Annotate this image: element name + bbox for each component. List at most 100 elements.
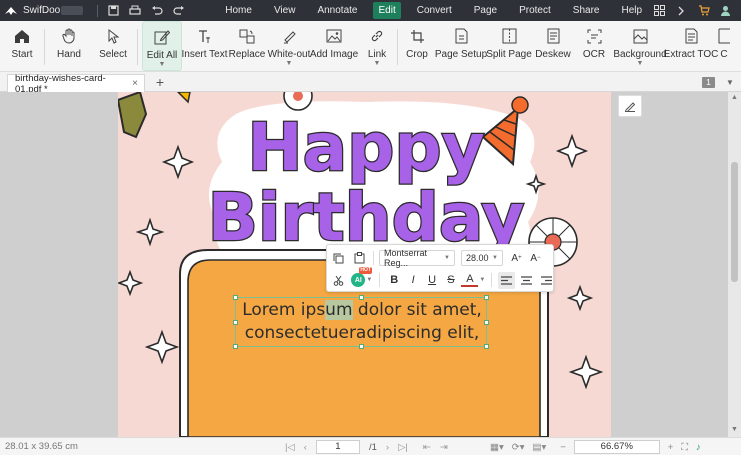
strikethrough-button[interactable]: S (443, 272, 460, 289)
chevron-down-icon[interactable]: ▼ (479, 277, 485, 283)
align-right-icon[interactable] (538, 272, 555, 289)
page-total: /1 (368, 441, 377, 453)
chevron-right-icon[interactable] (675, 4, 688, 17)
text-color-button[interactable]: A (461, 273, 479, 287)
divider (97, 4, 99, 17)
zoom-out-icon[interactable]: − (560, 442, 566, 453)
add-tab-button[interactable]: + (153, 74, 167, 90)
start-button[interactable]: Start (0, 21, 44, 71)
last-page-icon[interactable]: ▷| (398, 442, 408, 453)
fit-width-icon[interactable]: ⇤ (423, 442, 431, 453)
hand-icon (60, 27, 78, 45)
paste-icon[interactable] (351, 250, 368, 267)
chevron-down-icon[interactable]: ▼ (724, 77, 736, 88)
bold-button[interactable]: B (386, 272, 403, 289)
white-out-button[interactable]: White-out ▼ (267, 21, 311, 71)
user-icon[interactable] (719, 4, 732, 17)
ai-assistant-button[interactable]: AI HOT ▼ (351, 267, 373, 289)
white-out-icon (280, 27, 298, 45)
align-center-icon[interactable] (518, 272, 535, 289)
hand-button[interactable]: Hand (45, 21, 93, 71)
undo-icon[interactable] (150, 4, 164, 18)
grid-icon[interactable] (653, 4, 666, 17)
page-number-input[interactable]: 1 (315, 440, 360, 454)
edit-all-icon (153, 28, 171, 46)
menu-view[interactable]: View (263, 0, 307, 21)
tool-label: C (720, 49, 728, 60)
scroll-thumb[interactable] (731, 162, 738, 282)
menu-protect[interactable]: Protect (508, 0, 562, 21)
edit-panel-button[interactable] (618, 95, 642, 117)
add-image-button[interactable]: Add Image (310, 21, 358, 71)
divider (491, 273, 493, 287)
font-family-select[interactable]: Montserrat Reg... ▼ (379, 248, 455, 268)
font-size-select[interactable]: 28.00 ▼ (461, 250, 503, 266)
link-button[interactable]: Link ▼ (357, 21, 397, 71)
rotate-icon[interactable]: ⟳▾ (512, 442, 525, 453)
text-format-toolbar: Montserrat Reg... ▼ 28.00 ▼ A + A − AI HOT ▼ … (326, 244, 554, 292)
zoom-level-input[interactable]: 66.67% (573, 440, 660, 454)
zoom-in-icon[interactable]: + (668, 442, 674, 453)
status-bar: 28.01 x 39.65 cm |◁ ‹ 1 /1 › ▷| ⇤ ⇥ ▦▾ ⟳… (0, 437, 741, 455)
first-page-icon[interactable]: |◁ (285, 442, 295, 453)
page-layout-icon[interactable]: ▤▾ (532, 442, 546, 453)
crop-button[interactable]: Crop (398, 21, 436, 71)
deskew-button[interactable]: Deskew (532, 21, 574, 71)
title-bar: SwifDoo Home View Annotate Edit Convert … (0, 0, 741, 21)
menu-annotate[interactable]: Annotate (306, 0, 368, 21)
cart-icon[interactable] (697, 4, 710, 17)
zoom-controls: ▦▾ ⟳▾ ▤▾ − 66.67% + ⛶ ♪ (490, 438, 701, 455)
editable-text-box[interactable]: Lorem ipsum dolor sit amet, consectetuer… (233, 295, 489, 349)
more-tools-button[interactable]: C (716, 21, 732, 71)
italic-button[interactable]: I (405, 272, 422, 289)
ocr-button[interactable]: OCR (574, 21, 614, 71)
vertical-scrollbar[interactable]: ▲ ▼ (728, 92, 741, 437)
cut-icon[interactable] (330, 272, 347, 289)
close-icon[interactable]: × (132, 78, 138, 89)
fit-screen-icon[interactable]: ⛶ (681, 442, 688, 453)
menu-help[interactable]: Help (610, 0, 653, 21)
menu-edit[interactable]: Edit (373, 2, 401, 19)
save-icon[interactable] (106, 4, 120, 18)
fit-page-icon[interactable]: ⇥ (440, 442, 448, 453)
next-page-icon[interactable]: › (386, 442, 389, 453)
tool-label: Background (613, 49, 667, 60)
copy-icon[interactable] (330, 250, 347, 267)
menu-convert[interactable]: Convert (406, 0, 463, 21)
resize-handle[interactable] (233, 344, 238, 349)
select-button[interactable]: Select (93, 21, 133, 71)
view-mode-icon[interactable]: ▦▾ (490, 442, 504, 453)
notification-bell-icon[interactable]: ♪ (696, 442, 701, 453)
chevron-down-icon: ▼ (158, 61, 166, 68)
align-left-icon[interactable] (498, 271, 516, 289)
tool-label: Crop (406, 49, 428, 60)
extract-toc-button[interactable]: Extract TOC (664, 21, 718, 71)
page-setup-button[interactable]: Page Setup (435, 21, 487, 71)
app-name: SwifDoo (23, 5, 61, 16)
select-icon (104, 27, 122, 45)
text-line-1: Lorem ipsum dolor sit amet, (236, 300, 488, 320)
background-button[interactable]: Background ▼ (613, 21, 667, 71)
menu-home[interactable]: Home (214, 0, 263, 21)
text-segment: Lorem ips (242, 300, 326, 320)
page-navigation: |◁ ‹ 1 /1 › ▷| ⇤ ⇥ (285, 438, 448, 455)
underline-button[interactable]: U (424, 272, 441, 289)
scroll-up-icon[interactable]: ▲ (728, 94, 741, 101)
resize-handle[interactable] (484, 344, 489, 349)
menu-page[interactable]: Page (463, 0, 508, 21)
redo-icon[interactable] (172, 4, 186, 18)
edit-all-button[interactable]: Edit All ▼ (142, 21, 182, 71)
chevron-down-icon: ▼ (373, 60, 381, 67)
print-icon[interactable] (128, 4, 142, 18)
tab-document[interactable]: birthday-wishes-card-01.pdf * × (7, 73, 145, 95)
scroll-down-icon[interactable]: ▼ (728, 426, 741, 433)
menu-share[interactable]: Share (562, 0, 611, 21)
replace-button[interactable]: Replace (227, 21, 267, 71)
insert-text-button[interactable]: Insert Text (182, 21, 227, 71)
font-size-increase-icon[interactable]: A + (508, 250, 525, 267)
split-page-button[interactable]: Split Page (486, 21, 532, 71)
resize-handle[interactable] (359, 344, 364, 349)
font-size-decrease-icon[interactable]: A − (527, 250, 544, 267)
prev-page-icon[interactable]: ‹ (304, 442, 307, 453)
quick-access-toolbar (97, 4, 186, 18)
